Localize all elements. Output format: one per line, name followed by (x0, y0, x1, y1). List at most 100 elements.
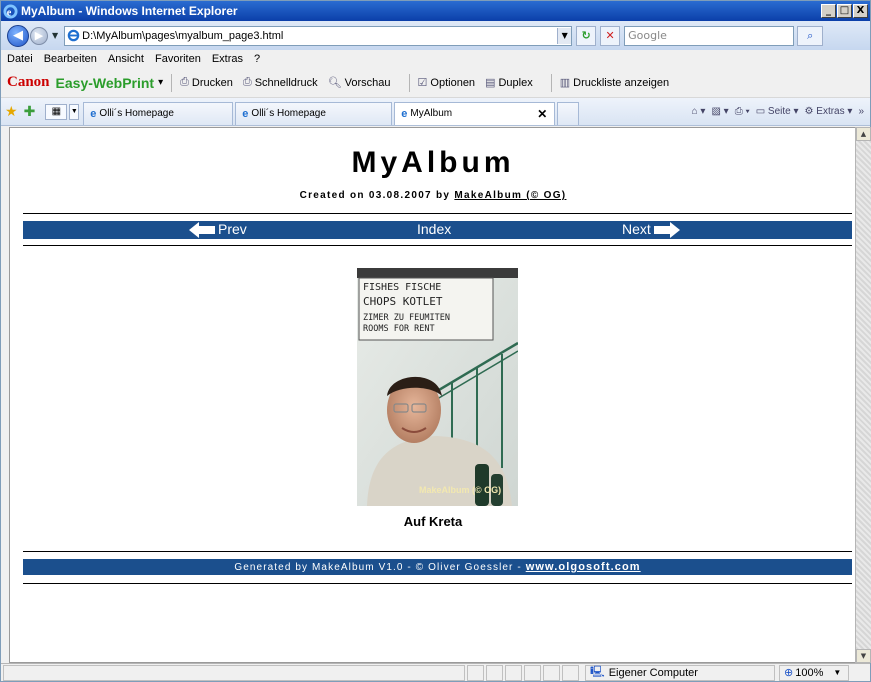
album-photo[interactable]: FISHES FISCHE CHOPS KOTLET ZIMER ZU FEUM… (357, 268, 518, 506)
scroll-down-icon[interactable]: ▼ (856, 649, 871, 663)
druckliste-button[interactable]: ▥ Druckliste anzeigen (559, 76, 670, 90)
canon-logo: Canon (7, 74, 50, 90)
status-cell (543, 664, 560, 681)
menu-datei[interactable]: Datei (7, 53, 33, 65)
print-icon[interactable]: ⎙ ▾ (735, 106, 750, 117)
duplex-icon: ▤ (485, 77, 496, 89)
sign-line-3: ZIMER ZU FEUMITEN (363, 313, 450, 323)
status-cell (562, 664, 579, 681)
add-favorites-icon[interactable]: ✚ (24, 103, 36, 120)
menu-ansicht[interactable]: Ansicht (108, 53, 144, 65)
zoom-level: 100% (795, 666, 824, 679)
home-icon[interactable]: ⌂ ▾ (692, 106, 706, 117)
back-arrow-icon: ◀ (13, 28, 23, 43)
tab-ollis-homepage-1[interactable]: e Olli´s Homepage (83, 101, 234, 125)
close-button[interactable]: X (853, 4, 868, 18)
tab-close-icon[interactable]: ✕ (537, 107, 547, 121)
prev-link[interactable]: Prev (189, 221, 247, 238)
divider-footer-top (23, 551, 852, 552)
index-link[interactable]: Index (417, 221, 451, 237)
search-placeholder: Google (628, 29, 667, 42)
computer-icon: 🖳︎ (590, 666, 605, 678)
status-text-area (3, 664, 465, 681)
zoom-icon: ⊕ (784, 667, 794, 679)
refresh-button[interactable]: ↻ (576, 25, 597, 46)
druckliste-label: Druckliste anzeigen (573, 76, 670, 89)
maximize-button[interactable]: □ (837, 4, 852, 18)
menu-favoriten[interactable]: Favoriten (155, 53, 201, 65)
favorites-star-icon[interactable]: ★ (5, 103, 18, 120)
duplex-button[interactable]: ▤ Duplex (485, 76, 533, 90)
status-cell (505, 664, 522, 681)
easy-webprint-dropdown-icon[interactable]: ▾ (158, 77, 163, 88)
feeds-icon[interactable]: ▧ ▾ (711, 106, 728, 117)
more-tools-chevron[interactable]: » (858, 106, 864, 117)
tab-list-dropdown[interactable]: ▼ (69, 103, 80, 120)
ie-page-icon: e (242, 107, 249, 120)
divider-top (23, 213, 852, 214)
page-content: MyAlbum Created on 03.08.2007 by MakeAlb… (9, 127, 863, 663)
next-link[interactable]: Next (622, 221, 680, 238)
new-tab-button[interactable] (557, 101, 580, 125)
window-title: MyAlbum - Windows Internet Explorer (21, 4, 238, 18)
search-button[interactable]: ⌕ (797, 25, 824, 46)
search-input[interactable]: Google (624, 25, 795, 46)
quick-tabs-icon[interactable]: ▦ (45, 103, 68, 120)
options-icon: ☑ (417, 77, 428, 89)
title-bar: e MyAlbum - Windows Internet Explorer _ … (1, 1, 870, 21)
zoom-dropdown-icon[interactable]: ▼ (833, 668, 841, 677)
menu-help[interactable]: ? (254, 53, 260, 65)
tab-label: Olli´s Homepage (99, 108, 174, 119)
menu-extras[interactable]: Extras (212, 53, 243, 65)
page-title: MyAlbum (351, 146, 515, 179)
next-label: Next (622, 221, 651, 237)
back-button[interactable]: ◀ (7, 24, 29, 47)
menu-bearbeiten[interactable]: Bearbeiten (44, 53, 97, 65)
ie-page-icon: e (90, 107, 97, 120)
status-cell (467, 664, 484, 681)
tools-menu[interactable]: ⚙ Extras ▾ (805, 106, 853, 117)
forward-button[interactable]: ▶ (30, 26, 48, 45)
album-nav-bar: Prev Index Next (23, 221, 852, 239)
schnelldruck-button[interactable]: ⎙ Schnelldruck (243, 76, 318, 89)
address-dropdown[interactable]: ▼ (557, 27, 572, 44)
sign-line-1: FISHES FISCHE (363, 282, 441, 293)
olgosoft-link[interactable]: www.olgosoft.com (526, 561, 641, 573)
address-url[interactable]: D:\MyAlbum\pages\myalbum_page3.html (82, 30, 557, 42)
right-arrow-icon (653, 222, 680, 238)
vertical-scrollbar[interactable]: ▲ ▼ (855, 127, 871, 663)
easy-webprint-menu[interactable]: Easy-WebPrint (56, 75, 155, 91)
makealbum-link[interactable]: MakeAlbum (© OG) (454, 190, 566, 201)
search-icon: ⌕ (807, 28, 814, 42)
sign-line-2: CHOPS KOTLET (363, 295, 443, 308)
print-list-icon: ▥ (559, 77, 571, 89)
minimize-button[interactable]: _ (821, 4, 836, 18)
page-menu[interactable]: ▭ Seite ▾ (756, 106, 799, 117)
zoom-control[interactable]: ⊕ 100% ▼ (779, 664, 849, 681)
tab-ollis-homepage-2[interactable]: e Olli´s Homepage (235, 101, 393, 125)
optionen-label: Optionen (430, 76, 476, 89)
address-row: ◀ ▶ ▼ D:\MyAlbum\pages\myalbum_page3.htm… (1, 21, 870, 50)
divider-footer-bottom (23, 583, 852, 584)
ie-logo-icon: e (3, 3, 18, 19)
schnelldruck-label: Schnelldruck (254, 76, 318, 89)
toolbar-separator (171, 73, 173, 92)
photo-caption: Auf Kreta (403, 514, 463, 529)
toolbar-separator (408, 73, 410, 92)
photo-watermark: MakeAlbum (© OG) (419, 485, 501, 495)
scroll-up-icon[interactable]: ▲ (856, 127, 871, 141)
canon-toolbar: Canon Easy-WebPrint ▾ ⎙ Drucken ⎙ Schnel… (1, 68, 870, 98)
address-bar[interactable]: D:\MyAlbum\pages\myalbum_page3.html ▼ (64, 25, 573, 46)
optionen-button[interactable]: ☑ Optionen (417, 76, 476, 90)
drucken-button[interactable]: ⎙ Drucken (180, 76, 233, 89)
divider-nav (23, 245, 852, 246)
stop-button[interactable]: ✕ (600, 25, 621, 46)
vorschau-button[interactable]: 🔍︎ Vorschau (328, 76, 391, 90)
security-zone[interactable]: 🖳︎ Eigener Computer (585, 664, 775, 681)
tab-myalbum[interactable]: e MyAlbum ✕ (394, 101, 556, 125)
browser-window: e MyAlbum - Windows Internet Explorer _ … (0, 0, 871, 682)
drucken-label: Drucken (191, 76, 233, 89)
subtitle-text: Created on 03.08.2007 by (299, 190, 455, 201)
zone-label: Eigener Computer (608, 666, 698, 679)
history-dropdown[interactable]: ▼ (52, 31, 58, 40)
